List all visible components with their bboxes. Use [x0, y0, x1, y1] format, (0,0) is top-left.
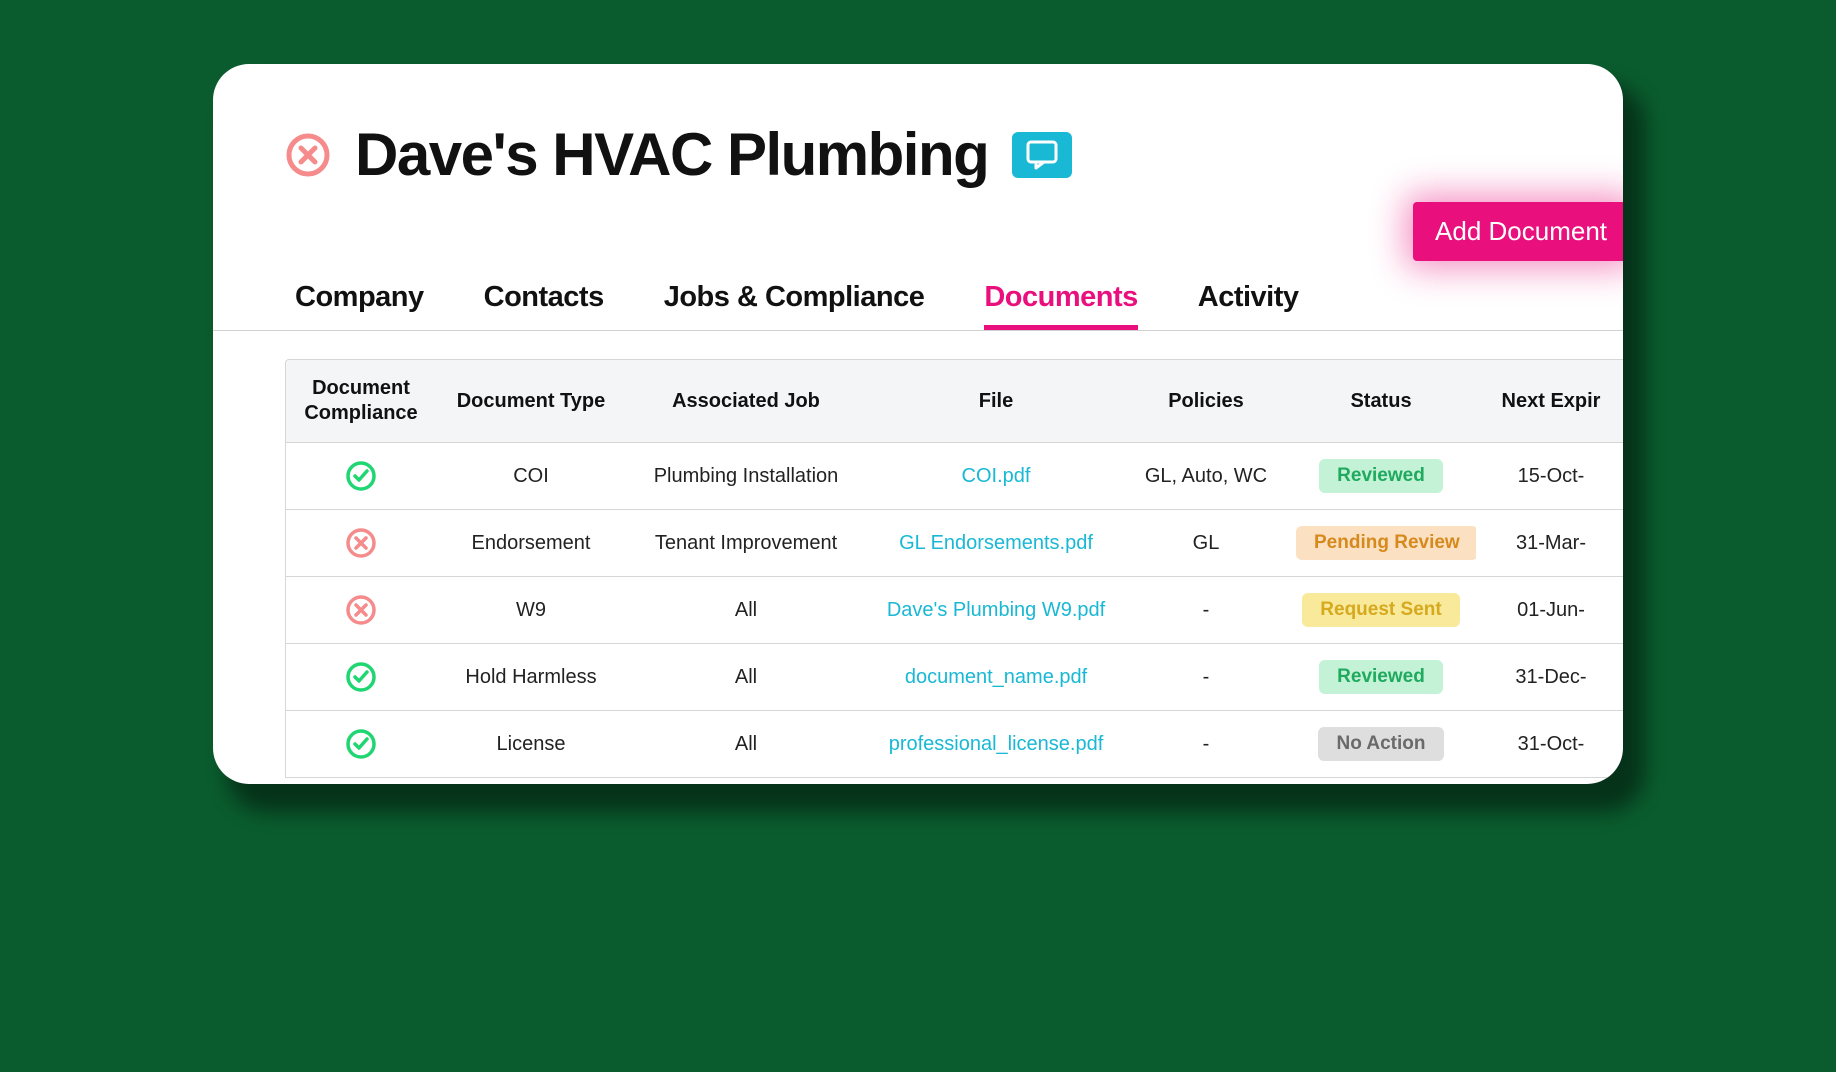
cell-file: document_name.pdf: [866, 644, 1126, 711]
cell-job: All: [626, 644, 866, 711]
status-badge: Pending Review: [1296, 526, 1476, 560]
cell-job: Tenant Improvement: [626, 510, 866, 577]
file-link[interactable]: GL Endorsements.pdf: [899, 532, 1093, 554]
chat-icon: [1026, 140, 1058, 170]
check-circle-icon: [286, 644, 436, 711]
table-header-row: Document Compliance Document Type Associ…: [286, 360, 1623, 443]
cell-policies: -: [1126, 577, 1286, 644]
cell-type: Endorsement: [436, 510, 626, 577]
cell-expiry: 01-Jun-: [1476, 577, 1623, 644]
cell-expiry: 31-Dec-: [1476, 644, 1623, 711]
cell-file: COI.pdf: [866, 443, 1126, 510]
tab-documents[interactable]: Documents: [984, 281, 1137, 330]
cell-job: Plumbing Installation: [626, 443, 866, 510]
add-document-button[interactable]: Add Document: [1413, 202, 1623, 261]
col-file: File: [866, 360, 1126, 443]
vendor-card: Dave's HVAC Plumbing Add Document Compan…: [213, 64, 1623, 784]
table-row[interactable]: COIPlumbing Installation COI.pdf GL, Auto,…: [286, 443, 1623, 510]
close-icon[interactable]: [285, 132, 331, 178]
file-link[interactable]: document_name.pdf: [905, 666, 1087, 688]
cell-status: Pending Review: [1286, 510, 1476, 577]
tab-jobs[interactable]: Jobs & Compliance: [664, 281, 925, 330]
x-circle-icon: [286, 510, 436, 577]
cell-file: GL Endorsements.pdf: [866, 510, 1126, 577]
check-circle-icon: [286, 443, 436, 510]
cell-job: All: [626, 577, 866, 644]
cell-status: Reviewed: [1286, 644, 1476, 711]
tab-contacts[interactable]: Contacts: [484, 281, 604, 330]
cell-policies: -: [1126, 711, 1286, 778]
cell-status: Reviewed: [1286, 443, 1476, 510]
col-compliance: Document Compliance: [286, 360, 436, 443]
col-policies: Policies: [1126, 360, 1286, 443]
col-status: Status: [1286, 360, 1476, 443]
col-type: Document Type: [436, 360, 626, 443]
tab-activity[interactable]: Activity: [1198, 281, 1299, 330]
file-link[interactable]: COI.pdf: [962, 465, 1031, 487]
table-row[interactable]: W9All Dave's Plumbing W9.pdf-Request Sent…: [286, 577, 1623, 644]
cell-policies: -: [1126, 644, 1286, 711]
col-job: Associated Job: [626, 360, 866, 443]
cell-policies: GL: [1126, 510, 1286, 577]
cell-file: Dave's Plumbing W9.pdf: [866, 577, 1126, 644]
chat-button[interactable]: [1012, 132, 1072, 178]
cell-job: All: [626, 711, 866, 778]
table-row[interactable]: Hold HarmlessAll document_name.pdf -Review…: [286, 644, 1623, 711]
documents-table: Document Compliance Document Type Associ…: [285, 359, 1623, 778]
cell-type: License: [436, 711, 626, 778]
header: Dave's HVAC Plumbing: [213, 64, 1623, 189]
cell-type: W9: [436, 577, 626, 644]
cell-status: No Action: [1286, 711, 1476, 778]
file-link[interactable]: Dave's Plumbing W9.pdf: [887, 599, 1105, 621]
tab-company[interactable]: Company: [295, 281, 424, 330]
cell-expiry: 31-Mar-: [1476, 510, 1623, 577]
cell-file: professional_license.pdf: [866, 711, 1126, 778]
x-circle-icon: [286, 577, 436, 644]
table-row[interactable]: EndorsementTenant Improvement GL Endorsem…: [286, 510, 1623, 577]
cell-status: Request Sent: [1286, 577, 1476, 644]
cell-type: Hold Harmless: [436, 644, 626, 711]
status-badge: Reviewed: [1319, 660, 1443, 694]
col-expiry: Next Expir: [1476, 360, 1623, 443]
cell-expiry: 15-Oct-: [1476, 443, 1623, 510]
cell-type: COI: [436, 443, 626, 510]
status-badge: Reviewed: [1319, 459, 1443, 493]
tabs: Company Contacts Jobs & Compliance Docum…: [213, 189, 1623, 331]
cell-expiry: 31-Oct-: [1476, 711, 1623, 778]
table-row[interactable]: LicenseAll professional_license.pdf-No Ac…: [286, 711, 1623, 778]
cell-policies: GL, Auto, WC: [1126, 443, 1286, 510]
status-badge: No Action: [1318, 727, 1443, 761]
check-circle-icon: [286, 711, 436, 778]
status-badge: Request Sent: [1302, 593, 1459, 627]
file-link[interactable]: professional_license.pdf: [889, 733, 1104, 755]
page-title: Dave's HVAC Plumbing: [355, 120, 988, 189]
